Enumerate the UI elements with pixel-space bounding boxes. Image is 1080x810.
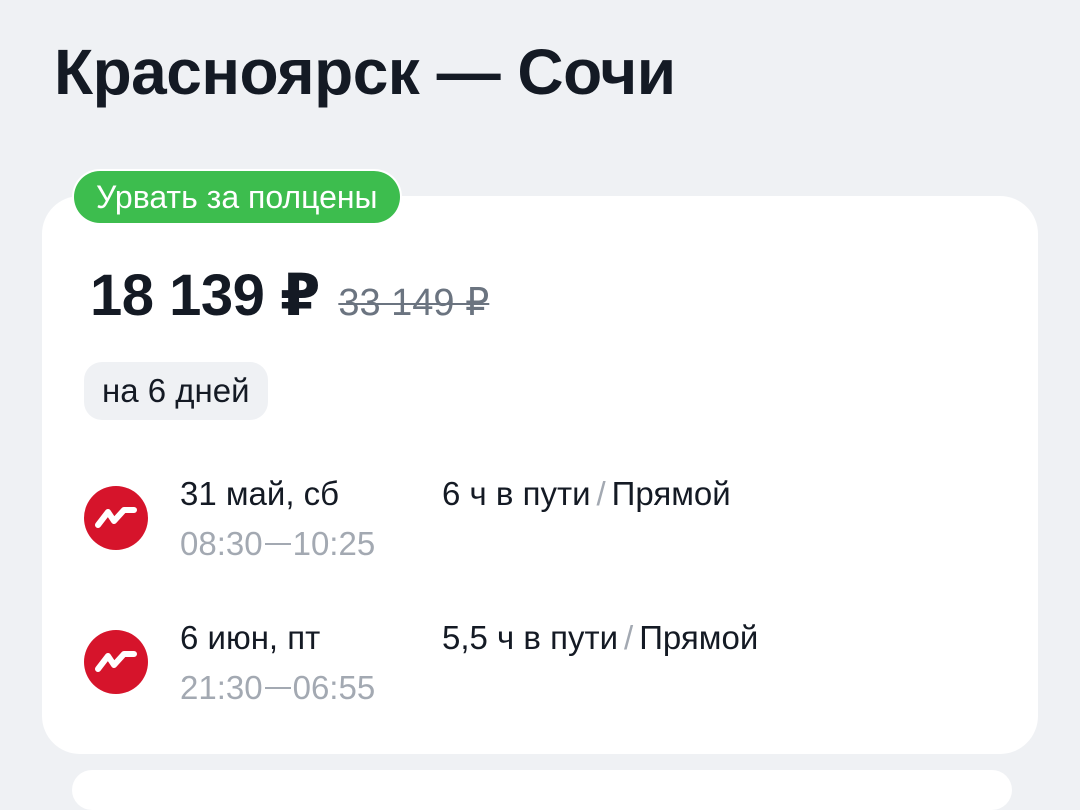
info-separator: / (596, 475, 606, 512)
flight-segment-return: 6 июн, пт 21:30 06:55 5,5 ч в пути / Прямой (84, 614, 984, 714)
arrive-time: 06:55 (292, 669, 376, 706)
time-dash (264, 543, 291, 546)
trip-duration-chip: на 6 дней (84, 362, 268, 420)
time-dash (264, 687, 291, 690)
segment-times: 21:30 06:55 (180, 666, 375, 710)
flight-segment-outbound: 31 май, сб 08:30 10:25 6 ч в пути / Прямой (84, 470, 984, 570)
stops-label: Прямой (611, 475, 731, 512)
nordwind-logo-icon (84, 486, 148, 550)
next-ticket-card[interactable] (72, 770, 1012, 810)
depart-time: 21:30 (180, 669, 263, 706)
travel-time: 6 ч в пути (442, 475, 591, 512)
price-row: 18 139 ₽ 33 149 ₽ (90, 262, 489, 330)
nordwind-logo-icon (84, 630, 148, 694)
segment-date: 31 май, сб (180, 475, 340, 512)
info-separator: / (624, 619, 634, 656)
segment-times: 08:30 10:25 (180, 522, 375, 566)
segment-info: 6 ч в пути / Прямой (442, 472, 731, 516)
travel-time: 5,5 ч в пути (442, 619, 619, 656)
promo-badge: Урвать за полцены (74, 171, 400, 223)
stops-label: Прямой (639, 619, 759, 656)
current-price: 18 139 ₽ (90, 263, 320, 328)
route-title: Красноярск — Сочи (54, 36, 676, 108)
depart-time: 08:30 (180, 525, 263, 562)
segment-date: 6 июн, пт (180, 619, 321, 656)
segment-info: 5,5 ч в пути / Прямой (442, 616, 758, 660)
old-price: 33 149 ₽ (338, 282, 490, 324)
arrive-time: 10:25 (292, 525, 376, 562)
